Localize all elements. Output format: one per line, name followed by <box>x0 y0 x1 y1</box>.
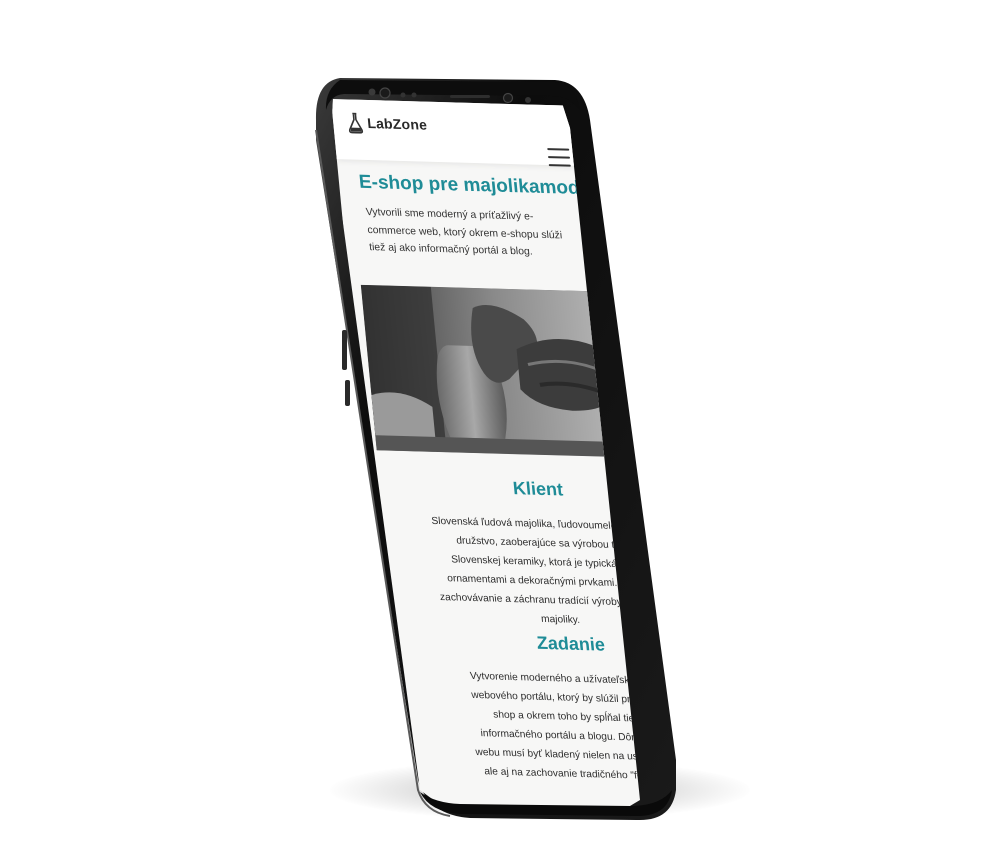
sensor-icon <box>525 97 531 103</box>
phone-screen: LabZone E-shop pre majolikamodra.sk Vytv… <box>331 99 678 812</box>
app-header: LabZone <box>331 99 637 168</box>
logo[interactable]: LabZone <box>346 111 428 135</box>
sensor-icon <box>368 88 376 96</box>
client-description: Slovenská ľudová majolika, ľudovoumeleck… <box>430 515 678 626</box>
sensor-icon <box>400 92 406 98</box>
page-title: E-shop pre majolikamodra.sk <box>357 171 625 201</box>
hamburger-menu-icon[interactable] <box>547 148 571 167</box>
flask-icon <box>348 112 364 134</box>
hero-description: Vytvorili sme moderný a príťažlivý e-com… <box>365 206 563 258</box>
brand-name: LabZone <box>366 114 428 133</box>
speaker-grille <box>450 95 490 98</box>
sensor-icon <box>411 92 417 98</box>
pottery-image <box>360 284 640 458</box>
assignment-heading: Zadanie <box>535 632 606 655</box>
screen-clip: LabZone E-shop pre majolikamodra.sk Vytv… <box>331 99 678 812</box>
iris-scanner-icon <box>502 92 514 104</box>
client-heading: Klient <box>511 478 564 500</box>
front-camera-icon <box>379 87 391 99</box>
